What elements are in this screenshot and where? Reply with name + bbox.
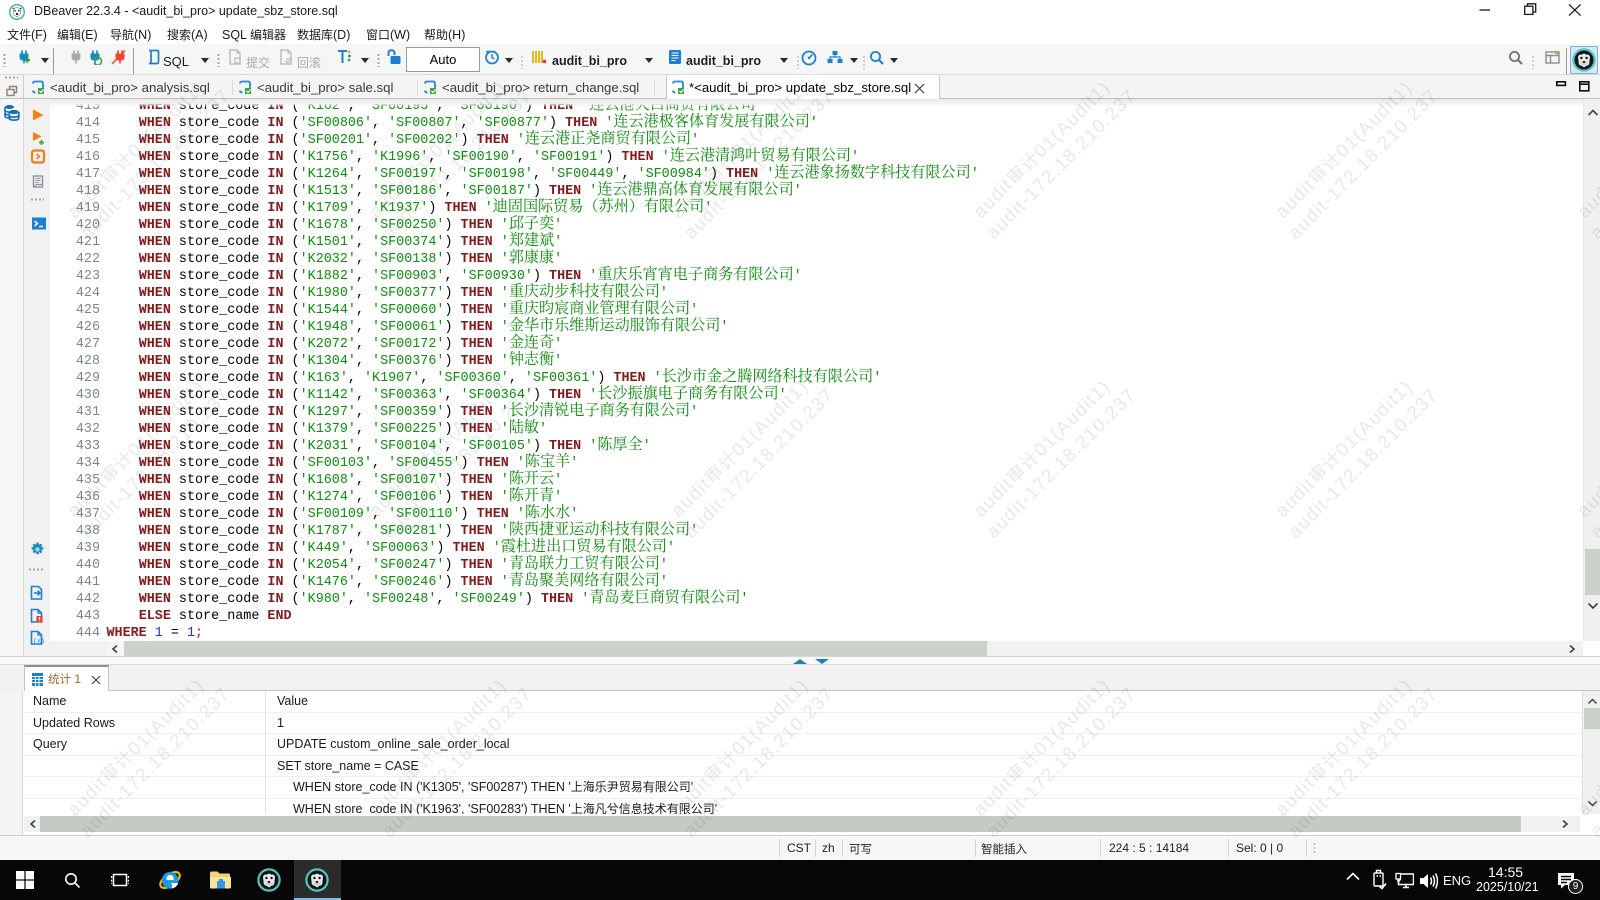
svg-text:(x): (x) <box>33 638 44 645</box>
